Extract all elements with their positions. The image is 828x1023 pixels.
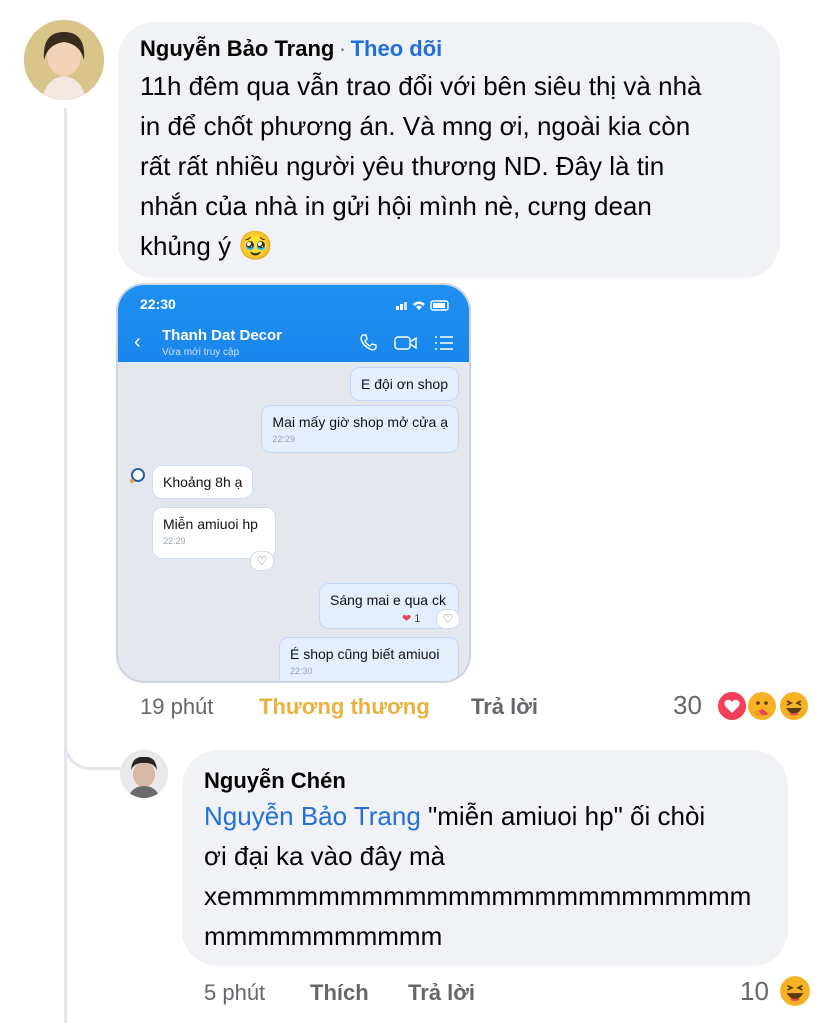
reaction-count[interactable]: 30	[673, 690, 702, 721]
contact-status: Vừa mới truy cập	[162, 347, 240, 358]
avatar[interactable]	[120, 750, 168, 798]
message-text: É shop cũng biết amiuoi	[290, 646, 440, 662]
comment-line: nhắn của nhà in gửi hội mình nè, cưng de…	[140, 191, 652, 221]
reaction-button[interactable]: Thương thương	[259, 694, 430, 720]
care-icon	[746, 690, 778, 722]
phone-icon[interactable]	[358, 333, 378, 353]
reaction-count[interactable]: 10	[740, 976, 769, 1007]
thread-line	[64, 108, 67, 1023]
heart-react-button[interactable]: ♡	[250, 551, 274, 571]
message-reaction-count: 1	[414, 613, 421, 625]
comment-text: Nguyễn Bảo Trang "miễn amiuoi hp" ối chò…	[204, 796, 784, 956]
attached-image[interactable]: 22:30 ‹ Thanh Dat Decor Vừa mới truy cập…	[116, 283, 471, 683]
status-icons	[396, 300, 449, 311]
comment-header: Nguyễn Bảo Trang · Theo dõi	[140, 36, 442, 62]
comment-author[interactable]: Nguyễn Chén	[204, 768, 346, 794]
mention-link[interactable]: Nguyễn Bảo Trang	[204, 801, 421, 831]
comment-line-text: "miễn amiuoi hp" ối chòi	[420, 801, 706, 831]
message-reaction: ❤ 1	[402, 612, 420, 625]
message-text: Miễn amiuoi hp	[163, 516, 258, 532]
comment-line: in để chốt phương án. Và mng ơi, ngoài k…	[140, 111, 691, 141]
message-text: Khoảng 8h ạ	[163, 474, 243, 490]
like-button[interactable]: Thích	[310, 980, 369, 1006]
comment-line: khủng ý 🥹	[140, 226, 770, 266]
avatar[interactable]	[24, 20, 104, 100]
contact-avatar-icon	[130, 468, 145, 483]
list-icon[interactable]	[434, 334, 454, 352]
reply-button[interactable]: Trả lời	[471, 694, 538, 720]
message-time: 22:29	[272, 434, 295, 444]
message-time: 22:29	[163, 536, 186, 546]
message-text: Mai mấy giờ shop mở cửa ạ	[272, 414, 448, 430]
comment-line: mmmmmmmmmmm	[204, 921, 443, 951]
avatar-photo	[24, 20, 104, 100]
chat-message: E đội ơn shop	[349, 367, 459, 401]
message-text: Sáng mai e qua ck	[330, 592, 446, 608]
comment-text: 11h đêm qua vẫn trao đổi với bên siêu th…	[140, 66, 770, 266]
thread-connector	[64, 700, 120, 770]
comment-line: Nguyễn Bảo Trang "miễn amiuoi hp" ối chò…	[204, 796, 784, 836]
heart-react-button[interactable]: ♡	[436, 609, 460, 629]
chat-message: Khoảng 8h ạ	[152, 465, 254, 499]
comment-line: xemmmmmmmmmmmmmmmmmmmmmmmm	[204, 881, 752, 911]
chat-message: Mai mấy giờ shop mở cửa ạ 22:29	[261, 405, 459, 453]
avatar-photo	[120, 750, 168, 798]
haha-icon[interactable]	[778, 974, 812, 1008]
comment-time[interactable]: 5 phút	[204, 980, 265, 1006]
comment-line-text: khủng ý	[140, 231, 232, 261]
video-call-icon[interactable]	[394, 334, 418, 352]
comment-line: 11h đêm qua vẫn trao đổi với bên siêu th…	[140, 71, 702, 101]
message-text: E đội ơn shop	[360, 376, 448, 392]
back-chevron-icon[interactable]: ‹	[134, 331, 141, 354]
message-time: 22:30	[290, 666, 313, 676]
heart-icon: ❤	[402, 613, 412, 625]
chat-message: É shop cũng biết amiuoi 22:30	[279, 637, 459, 681]
reply-button[interactable]: Trả lời	[408, 980, 475, 1006]
separator-dot: ·	[338, 36, 347, 61]
reaction-summary[interactable]	[716, 690, 816, 722]
comment-time[interactable]: 19 phút	[140, 694, 213, 720]
comment-author[interactable]: Nguyễn Bảo Trang	[140, 36, 334, 61]
contact-name: Thanh Dat Decor	[162, 327, 283, 344]
haha-icon	[778, 690, 810, 722]
heart-icon	[716, 690, 748, 722]
status-time: 22:30	[140, 296, 176, 312]
follow-button[interactable]: Theo dõi	[351, 36, 443, 61]
pleading-face-icon: 🥹	[238, 230, 274, 261]
comment-line: ơi đại ka vào đây mà	[204, 841, 446, 871]
comment-line: rất rất nhiều người yêu thương ND. Đây l…	[140, 151, 665, 181]
